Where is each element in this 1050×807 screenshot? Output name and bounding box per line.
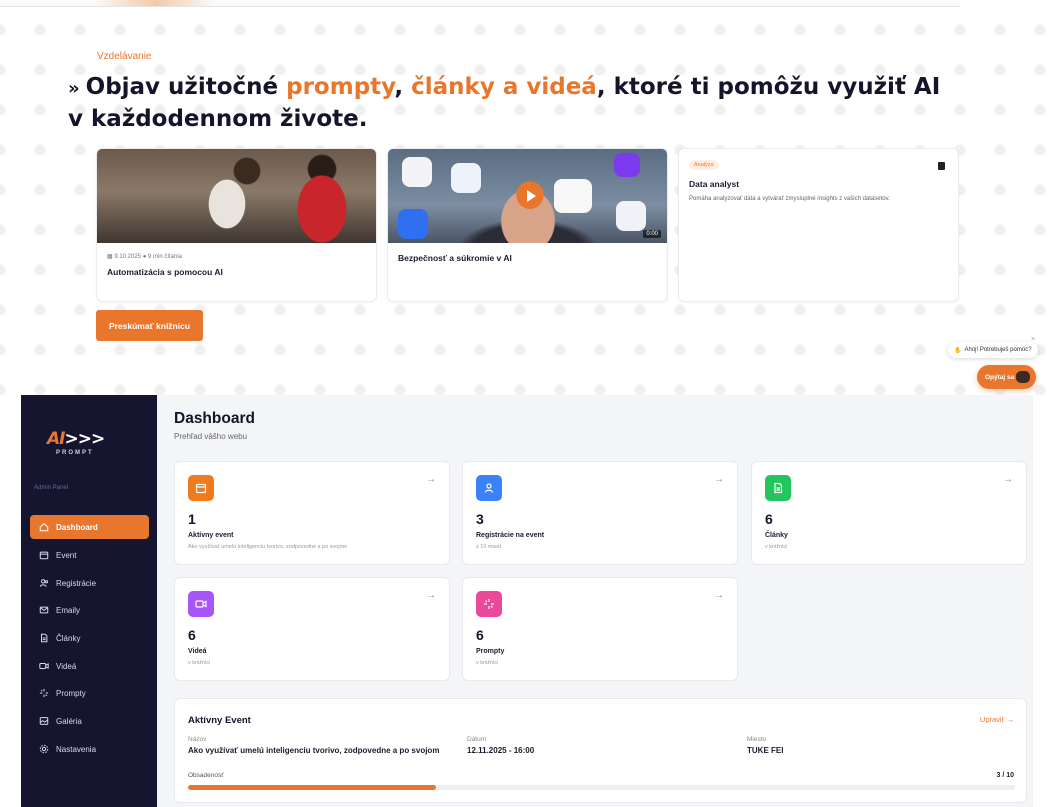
occupancy-progress-bar	[188, 785, 1015, 790]
sidebar-item-galeria[interactable]: Galéria	[30, 709, 149, 733]
stat-value: 3	[476, 511, 484, 527]
document-icon	[38, 633, 49, 644]
stat-card-videos[interactable]: → 6 Videá v knižnici	[174, 577, 450, 681]
sidebar-item-dashboard[interactable]: Dashboard	[30, 515, 149, 539]
prompt-tag: Analýza	[689, 160, 719, 170]
wave-icon: ✋	[954, 347, 962, 354]
home-icon	[38, 522, 49, 533]
stat-card-prompts[interactable]: → 6 Prompty v knižnici	[462, 577, 738, 681]
chat-greeting-bubble[interactable]: ✋ Ahoj! Potrebuješ pomoc?	[948, 342, 1038, 358]
stat-card-articles[interactable]: → 6 Články v knižnici	[751, 461, 1027, 565]
calendar-icon	[188, 475, 214, 501]
site-top-bar	[0, 0, 960, 7]
stat-card-active-event[interactable]: → 1 Aktívny event Ako využívať umelú int…	[174, 461, 450, 565]
arrow-right-icon[interactable]: →	[426, 474, 436, 485]
stat-value: 6	[765, 511, 773, 527]
event-date: Dátum 12.11.2025 - 16:00	[467, 736, 535, 755]
stat-hint: v knižnici	[188, 660, 211, 666]
hero-headline: » Objav užitočné prompty, články a videá,…	[68, 74, 941, 132]
event-name: Názov Ako využívať umelú inteligenciu tv…	[188, 736, 440, 755]
stat-value: 6	[476, 627, 484, 643]
prompt-card[interactable]: Analýza Data analyst Pomáha analyzovať d…	[678, 148, 959, 302]
stat-card-registrations[interactable]: → 3 Registrácie na event z 10 miest	[462, 461, 738, 565]
sidebar-item-videa[interactable]: Videá	[30, 654, 149, 678]
section-eyebrow: Vzdelávanie	[97, 51, 152, 62]
website-preview: Vzdelávanie » Objav užitočné prompty, člá…	[0, 0, 1050, 395]
copy-icon[interactable]	[938, 162, 945, 170]
stat-hint: v knižnici	[765, 544, 788, 550]
occupancy-label: Obsadenosť	[188, 772, 224, 779]
chat-ask-button[interactable]: Opýtaj sa	[977, 365, 1036, 389]
sidebar-item-registracie[interactable]: Registrácie	[30, 571, 149, 595]
sidebar-item-event[interactable]: Event	[30, 543, 149, 567]
video-icon	[38, 661, 49, 672]
sidebar-item-clanky[interactable]: Články	[30, 626, 149, 650]
mail-icon	[38, 605, 49, 616]
active-event-title: Aktívny Event	[188, 715, 251, 726]
arrow-right-icon[interactable]: →	[426, 590, 436, 601]
edit-event-link[interactable]: Upraviť →	[980, 715, 1014, 724]
sidebar-item-emaily[interactable]: Emaily	[30, 598, 149, 622]
image-icon	[38, 716, 49, 727]
close-icon[interactable]: ×	[1031, 336, 1035, 343]
chevron-right-icon: »	[68, 78, 80, 99]
play-icon[interactable]	[517, 183, 543, 209]
users-icon	[476, 475, 502, 501]
stat-label: Registrácie na event	[476, 532, 545, 539]
stat-label: Aktívny event	[188, 532, 234, 539]
stat-value: 1	[188, 511, 196, 527]
page-subtitle: Prehľad vášho webu	[174, 432, 248, 441]
sidebar-section-label: Admin Panel	[34, 485, 69, 491]
video-duration: 0:00	[643, 230, 661, 238]
video-title: Bezpečnosť a súkromie v AI	[398, 253, 512, 263]
prompt-description: Pomáha analyzovať dáta a vytvárať zmyslu…	[689, 196, 890, 202]
sidebar-item-prompty[interactable]: Prompty	[30, 681, 149, 705]
sparkle-icon	[38, 688, 49, 699]
sparkle-icon	[476, 591, 502, 617]
video-card[interactable]: 0:00 Bezpečnosť a súkromie v AI	[387, 148, 668, 302]
stat-hint: z 10 miest	[476, 544, 502, 550]
arrow-right-icon[interactable]: →	[1003, 474, 1013, 485]
stat-label: Videá	[188, 648, 207, 655]
occupancy-value: 3 / 10	[996, 772, 1014, 779]
sidebar-item-nastavenia[interactable]: Nastavenia	[30, 737, 149, 761]
article-card[interactable]: ▦ 9.10.2025 ● 9 min čítania Automatizáci…	[96, 148, 377, 302]
article-title: Automatizácia s pomocou AI	[107, 267, 223, 277]
article-meta: ▦ 9.10.2025 ● 9 min čítania	[107, 254, 183, 260]
calendar-icon	[38, 550, 49, 561]
stat-label: Prompty	[476, 648, 505, 655]
active-event-card: Aktívny Event Upraviť → Názov Ako využív…	[174, 698, 1027, 803]
sidebar: AI>>> PROMPT Admin Panel Dashboard Event…	[21, 395, 157, 807]
video-icon	[188, 591, 214, 617]
document-icon	[765, 475, 791, 501]
users-icon	[38, 578, 49, 589]
prompt-title: Data analyst	[689, 179, 740, 189]
gear-icon	[38, 744, 49, 755]
admin-app: AI>>> PROMPT Admin Panel Dashboard Event…	[21, 395, 1033, 807]
event-place: Miesto TUKE FEI	[747, 736, 784, 755]
stat-label: Články	[765, 532, 788, 539]
video-thumbnail: 0:00	[388, 149, 667, 243]
article-thumbnail	[97, 149, 376, 243]
logo[interactable]: AI>>> PROMPT	[47, 429, 117, 459]
stat-value: 6	[188, 627, 196, 643]
page-title: Dashboard	[174, 410, 255, 427]
arrow-right-icon[interactable]: →	[714, 474, 724, 485]
occupancy-progress-fill	[188, 785, 437, 790]
explore-library-button[interactable]: Preskúmať knižnicu	[96, 310, 203, 341]
arrow-right-icon[interactable]: →	[714, 590, 724, 601]
stat-hint: Ako využívať umelú inteligenciu tvorivo,…	[188, 544, 348, 550]
bot-avatar-icon	[1016, 371, 1030, 383]
stat-hint: v knižnici	[476, 660, 499, 666]
